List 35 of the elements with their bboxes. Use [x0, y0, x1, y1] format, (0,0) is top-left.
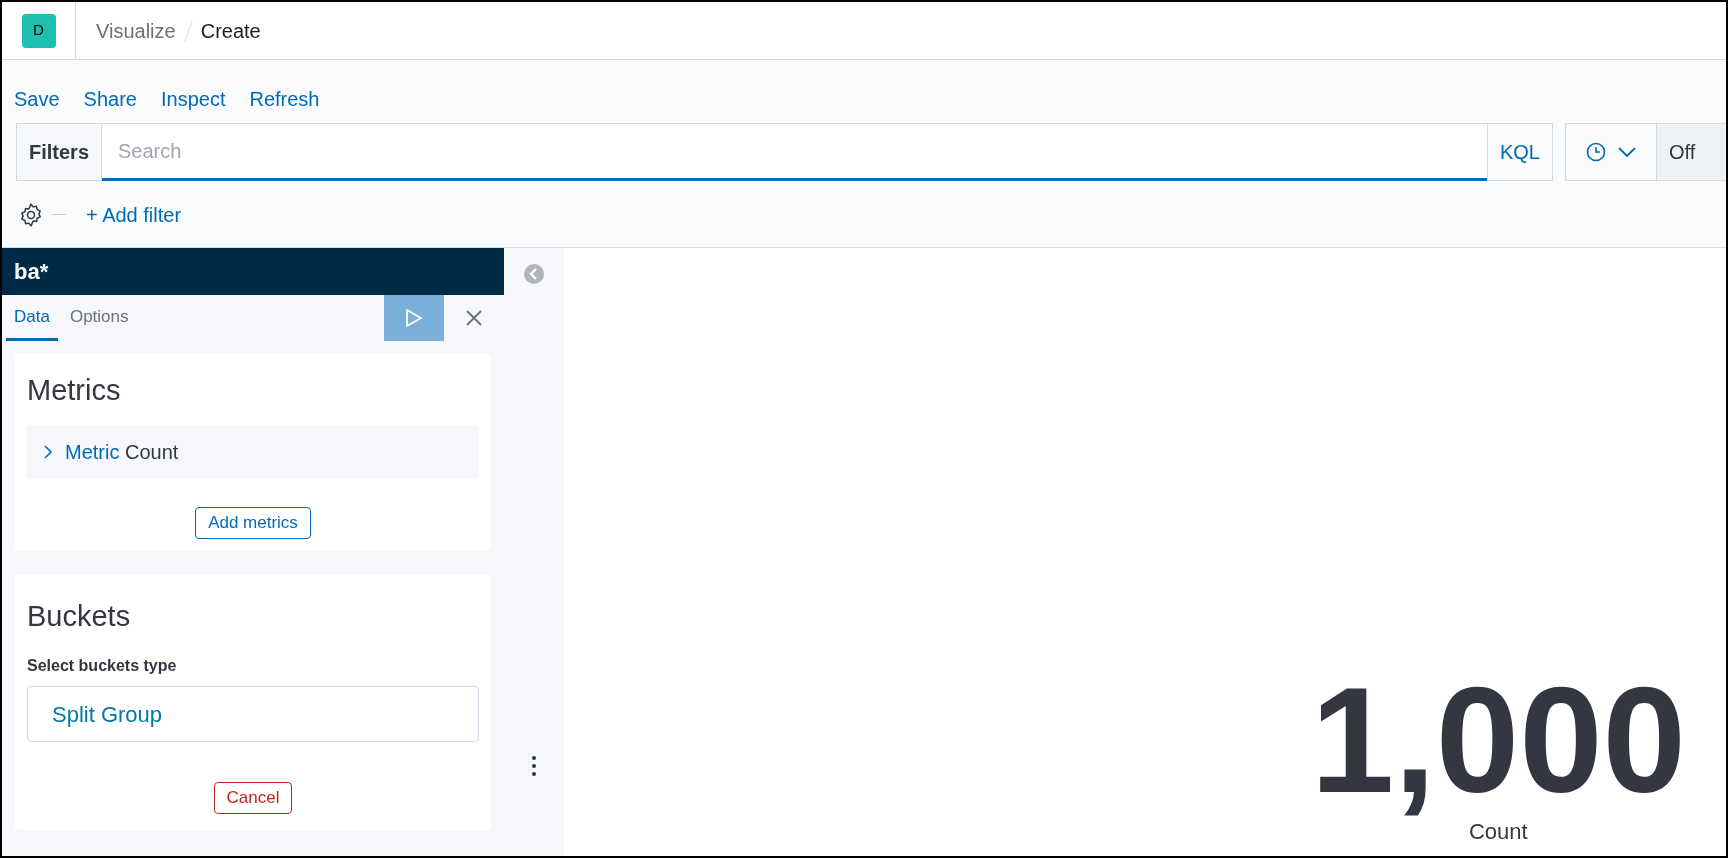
- bucket-type-option[interactable]: Split Group: [27, 686, 479, 742]
- tab[interactable]: Data: [6, 295, 58, 341]
- collapse-icon[interactable]: [524, 264, 544, 284]
- settings-icon[interactable]: [18, 201, 44, 228]
- apply-button[interactable]: [384, 295, 444, 341]
- section-title: Metrics: [27, 373, 122, 408]
- metric-row[interactable]: Metric Count: [27, 424, 479, 479]
- play-icon: [405, 308, 423, 328]
- menu-link[interactable]: Save: [14, 84, 60, 114]
- clock-icon: [1586, 142, 1606, 162]
- close-icon: [465, 309, 483, 327]
- chevron-down-icon: [1618, 146, 1636, 158]
- metric-label: Count: [1468, 818, 1528, 846]
- search-field[interactable]: Search: [102, 123, 1487, 181]
- space-avatar[interactable]: D: [21, 13, 56, 48]
- section-title: Buckets: [27, 598, 132, 634]
- field-label: Select buckets type: [27, 656, 178, 676]
- language-button[interactable]: KQL: [1486, 123, 1553, 181]
- menu-link[interactable]: Inspect: [160, 84, 226, 114]
- date-picker-button[interactable]: [1566, 124, 1656, 180]
- tab[interactable]: Options: [61, 295, 137, 341]
- metric-value: 1,000: [1310, 665, 1686, 815]
- menu-link[interactable]: Refresh: [249, 84, 320, 114]
- filters-label: Filters: [16, 123, 103, 181]
- add-metrics-button[interactable]: Add metrics: [195, 506, 311, 539]
- breadcrumb[interactable]: Create: [200, 15, 261, 46]
- metric-title: Metric Count: [65, 439, 179, 465]
- refresh-interval[interactable]: Off: [1656, 124, 1726, 180]
- cancel-button[interactable]: Cancel: [213, 782, 293, 814]
- resize-handle-icon[interactable]: [532, 756, 536, 776]
- menu-link[interactable]: Share: [83, 84, 137, 114]
- breadcrumb[interactable]: Visualize: [96, 15, 176, 46]
- chevron-right-icon: [43, 444, 53, 459]
- index-pattern-title: ba*: [2, 248, 504, 295]
- add-filter-link[interactable]: + Add filter: [86, 199, 182, 230]
